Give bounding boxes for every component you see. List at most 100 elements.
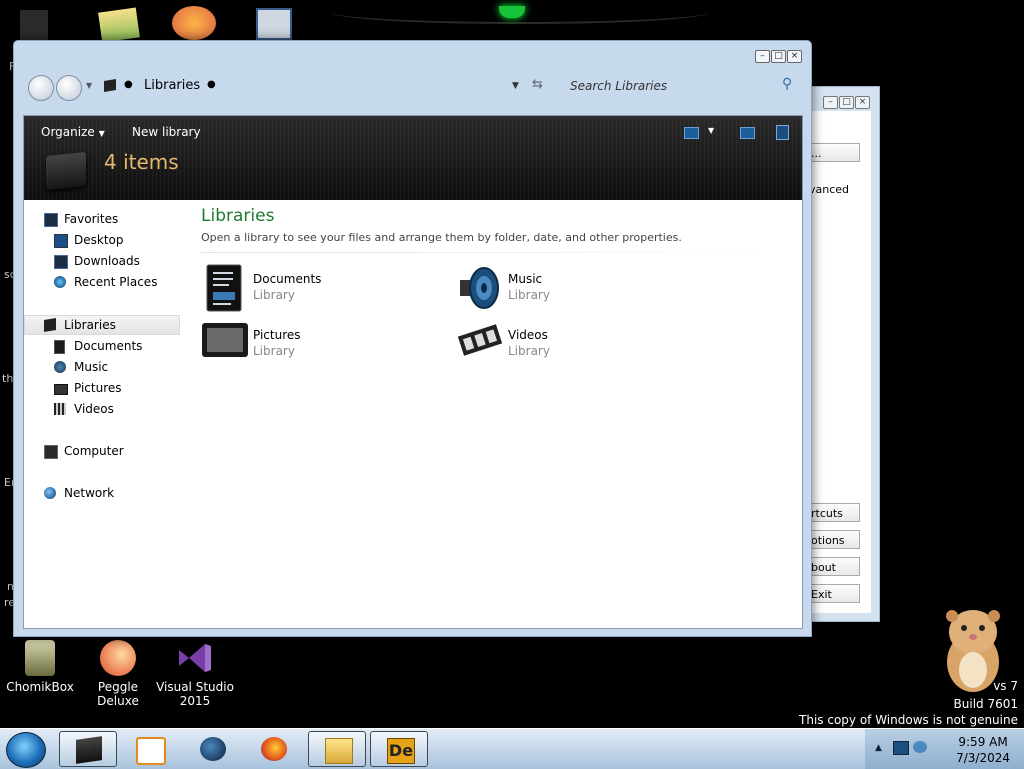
- library-type: Library: [253, 344, 295, 358]
- library-videos[interactable]: Videos Library: [456, 320, 676, 370]
- desktop-icon: [54, 234, 68, 248]
- background-window[interactable]: – □ × ... vanced rtcuts otions bout Exit: [808, 86, 880, 622]
- firefox-icon: [261, 737, 287, 761]
- desktop-icon-visual-studio[interactable]: Visual Studio 2015: [155, 640, 235, 708]
- folder-icon: [325, 738, 353, 764]
- breadcrumb-arrow-icon[interactable]: ●: [124, 79, 133, 90]
- page-title: Libraries: [201, 206, 275, 226]
- de-app-icon: De: [387, 738, 415, 764]
- globe-icon: [200, 737, 226, 761]
- desktop-icon-label: Visual Studio 2015: [156, 680, 234, 708]
- desktop-icon-chomikbox[interactable]: ChomikBox: [0, 640, 80, 694]
- library-type: Library: [253, 288, 295, 302]
- documents-icon: [201, 264, 245, 312]
- exit-button[interactable]: Exit: [809, 584, 860, 603]
- view-options-icon[interactable]: [684, 127, 699, 139]
- favorites-icon: [44, 213, 58, 227]
- refresh-icon[interactable]: ⇆: [532, 77, 543, 92]
- background-window-body: ... vanced rtcuts otions bout Exit: [809, 111, 871, 613]
- desktop-icon-label: ChomikBox: [6, 680, 74, 694]
- chevron-down-icon: ▼: [98, 129, 105, 138]
- libraries-icon: [44, 317, 56, 333]
- library-type: Library: [508, 288, 550, 302]
- taskbar-globe-button[interactable]: [184, 731, 242, 767]
- explorer-window[interactable]: – □ × ▼ ● Libraries ● ▼ ⇆ Search Librari…: [13, 40, 812, 637]
- documents-icon: [54, 340, 65, 354]
- taskbar-explorer-button[interactable]: [59, 731, 117, 767]
- pictures-icon: [201, 320, 248, 366]
- shortcuts-button[interactable]: rtcuts: [809, 503, 860, 522]
- taskbar-de-button[interactable]: De: [370, 731, 428, 767]
- page-subtitle: Open a library to see your files and arr…: [201, 231, 682, 244]
- minimize-button[interactable]: –: [823, 96, 838, 109]
- chomikbox-icon: [25, 640, 55, 676]
- breadcrumb-libraries[interactable]: Libraries: [144, 78, 200, 93]
- advanced-label: vanced: [809, 183, 850, 196]
- media-player-icon: [136, 737, 166, 765]
- desktop-label-fragment: th: [2, 372, 14, 385]
- taskbar: De ▲ 9:59 AM 7/3/2024: [0, 728, 1024, 769]
- library-pictures[interactable]: Pictures Library: [201, 320, 421, 370]
- breadcrumb-arrow-icon[interactable]: ●: [207, 79, 216, 90]
- browse-button[interactable]: ...: [809, 143, 860, 162]
- library-music[interactable]: Music Library: [456, 264, 676, 314]
- library-name: Documents: [253, 272, 322, 286]
- library-name: Pictures: [253, 328, 301, 342]
- clock-date: 7/3/2024: [956, 751, 1010, 765]
- options-button[interactable]: otions: [809, 530, 860, 549]
- recent-places-icon: [54, 276, 66, 288]
- navigation-pane: Favorites Desktop Downloads Recent Place…: [24, 200, 184, 628]
- taskbar-folder-button[interactable]: [308, 731, 366, 767]
- desktop-icon-partial[interactable]: [172, 6, 216, 40]
- clock[interactable]: 9:59 AM 7/3/2024: [956, 734, 1010, 766]
- watermark-genuine: This copy of Windows is not genuine: [799, 713, 1018, 727]
- recent-pages-arrow-icon[interactable]: ▼: [86, 81, 92, 90]
- address-dropdown-icon[interactable]: ▼: [512, 81, 519, 91]
- music-icon: [54, 361, 66, 373]
- organize-button[interactable]: Organize ▼: [41, 125, 105, 139]
- library-type: Library: [508, 344, 550, 358]
- back-button[interactable]: [28, 75, 54, 101]
- close-button[interactable]: ×: [855, 96, 870, 109]
- help-icon[interactable]: [776, 125, 789, 140]
- desktop-icon-peggle[interactable]: Peggle Deluxe: [78, 640, 158, 708]
- forward-button[interactable]: [56, 75, 82, 101]
- libraries-icon: [76, 736, 102, 764]
- desktop-icon-partial[interactable]: [256, 8, 292, 40]
- search-icon[interactable]: ⚲: [782, 76, 792, 92]
- network-status-icon[interactable]: [893, 741, 909, 755]
- taskbar-firefox-button[interactable]: [245, 731, 303, 767]
- library-documents[interactable]: Documents Library: [201, 264, 421, 314]
- search-input[interactable]: Search Libraries ⚲: [562, 73, 800, 99]
- downloads-icon: [54, 255, 68, 269]
- address-bar: ▼ ● Libraries ● ▼ ⇆ Search Libraries ⚲: [24, 71, 801, 101]
- network-icon: [44, 487, 56, 499]
- divider: [201, 252, 789, 253]
- preview-pane-icon[interactable]: [740, 127, 755, 139]
- item-count: 4 items: [104, 150, 179, 174]
- desktop-icon-label: Peggle Deluxe: [97, 680, 139, 708]
- new-library-button[interactable]: New library: [132, 125, 201, 139]
- desktop-icon-partial[interactable]: [20, 10, 48, 40]
- visual-studio-icon: [175, 640, 215, 676]
- peggle-icon: [100, 640, 136, 676]
- library-name: Videos: [508, 328, 548, 342]
- maximize-button[interactable]: □: [771, 50, 786, 63]
- start-button[interactable]: [6, 732, 46, 768]
- show-hidden-icons-icon[interactable]: ▲: [875, 743, 882, 753]
- search-placeholder: Search Libraries: [570, 79, 668, 93]
- organize-label: Organize: [41, 125, 95, 139]
- watermark-line: Build 7601: [953, 697, 1018, 711]
- about-button[interactable]: bout: [809, 557, 860, 576]
- volume-icon[interactable]: [913, 741, 927, 753]
- videos-icon: [456, 320, 503, 366]
- close-button[interactable]: ×: [787, 50, 802, 63]
- music-icon: [456, 264, 500, 310]
- computer-icon: [44, 445, 58, 459]
- taskbar-media-player-button[interactable]: [120, 731, 178, 767]
- maximize-button[interactable]: □: [839, 96, 854, 109]
- desktop-icon-partial[interactable]: [98, 7, 140, 43]
- chevron-down-icon[interactable]: ▼: [708, 126, 714, 135]
- explorer-content: Organize ▼ New library ▼ 4 items Favorit…: [23, 115, 803, 629]
- minimize-button[interactable]: –: [755, 50, 770, 63]
